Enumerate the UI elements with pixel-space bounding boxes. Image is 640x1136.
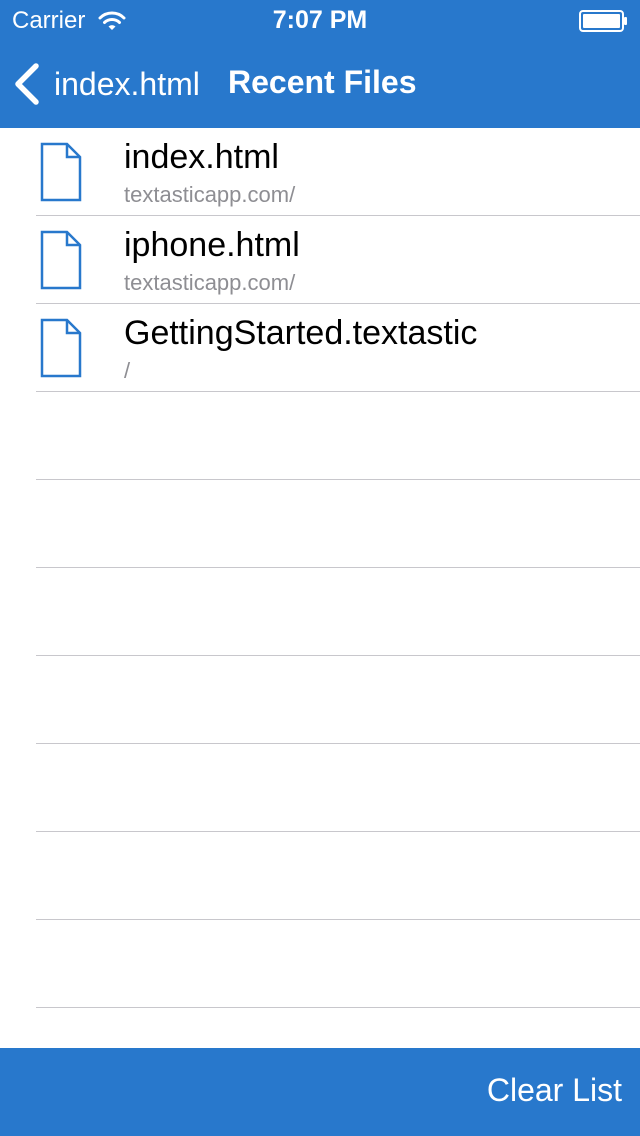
- document-icon: [40, 142, 82, 202]
- file-row-gettingstarted[interactable]: GettingStarted.textastic /: [36, 304, 640, 392]
- battery-icon: [579, 10, 627, 32]
- document-icon: [40, 230, 82, 290]
- empty-row: [36, 480, 640, 568]
- back-button[interactable]: index.html: [12, 60, 200, 108]
- document-icon: [40, 318, 82, 378]
- empty-row: [36, 392, 640, 480]
- file-name: index.html: [124, 138, 279, 176]
- file-name: iphone.html: [124, 226, 300, 264]
- recent-files-list: index.html textasticapp.com/ iphone.html…: [0, 128, 640, 1048]
- clock: 7:07 PM: [272, 6, 368, 34]
- empty-row: [36, 744, 640, 832]
- header: Carrier 7:07 PM index.html Recent Files: [0, 0, 640, 128]
- empty-row: [36, 920, 640, 1008]
- file-path: textasticapp.com/: [124, 182, 296, 207]
- file-name: GettingStarted.textastic: [124, 314, 478, 352]
- chevron-left-icon: [15, 63, 39, 105]
- file-row-iphone-html[interactable]: iphone.html textasticapp.com/: [36, 216, 640, 304]
- back-button-label: index.html: [54, 65, 200, 102]
- status-bar: Carrier 7:07 PM: [0, 0, 640, 40]
- empty-row: [36, 656, 640, 744]
- empty-row: [36, 568, 640, 656]
- page-title: Recent Files: [228, 64, 417, 100]
- navigation-bar: index.html Recent Files: [0, 40, 640, 128]
- file-path: textasticapp.com/: [124, 270, 296, 295]
- bottom-toolbar: Clear List: [0, 1048, 640, 1136]
- clear-list-button[interactable]: Clear List: [487, 1072, 622, 1109]
- file-row-index-html[interactable]: index.html textasticapp.com/: [36, 128, 640, 216]
- recent-files-screen: Carrier 7:07 PM index.html Recent Files: [0, 0, 640, 1136]
- empty-row: [36, 832, 640, 920]
- file-path: /: [124, 358, 131, 383]
